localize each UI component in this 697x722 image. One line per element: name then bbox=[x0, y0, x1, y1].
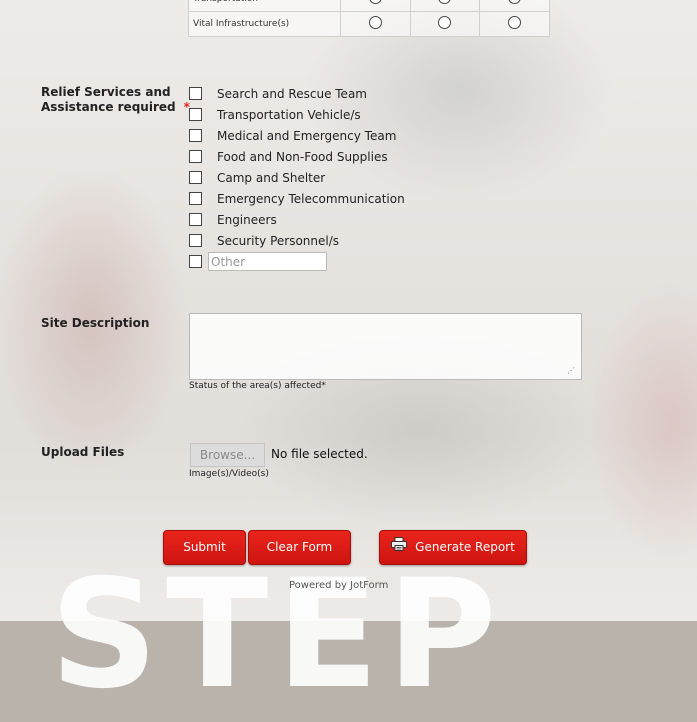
checkbox-option[interactable]: Camp and Shelter bbox=[189, 167, 405, 188]
matrix-radio[interactable] bbox=[438, 0, 452, 4]
matrix-row-label: Transportation bbox=[188, 0, 341, 12]
checkbox[interactable] bbox=[189, 192, 202, 205]
site-description-sublabel: Status of the area(s) affected* bbox=[189, 381, 326, 391]
resize-grip-icon[interactable]: ⋰ bbox=[567, 366, 575, 375]
matrix-radio[interactable] bbox=[368, 0, 382, 4]
checkbox[interactable] bbox=[189, 129, 202, 142]
site-description-textarea[interactable] bbox=[189, 313, 582, 380]
matrix-radio[interactable] bbox=[508, 0, 522, 4]
checkbox-label: Engineers bbox=[217, 212, 277, 227]
printer-icon bbox=[391, 531, 408, 564]
checkbox[interactable] bbox=[189, 108, 202, 121]
checkbox[interactable] bbox=[189, 171, 202, 184]
checkbox[interactable] bbox=[189, 87, 202, 100]
checkbox-option[interactable]: Transportation Vehicle/s bbox=[189, 104, 405, 125]
upload-sublabel: Image(s)/Video(s) bbox=[189, 469, 269, 479]
file-status: No file selected. bbox=[271, 447, 368, 461]
checkbox-other[interactable] bbox=[189, 255, 202, 268]
checkbox-label: Transportation Vehicle/s bbox=[217, 107, 361, 122]
checkbox[interactable] bbox=[189, 150, 202, 163]
checkbox-option[interactable]: Emergency Telecommunication bbox=[189, 188, 405, 209]
upload-files-label: Upload Files bbox=[41, 445, 125, 459]
matrix-row-label: Vital Infrastructure(s) bbox=[188, 11, 341, 37]
checkbox[interactable] bbox=[189, 213, 202, 226]
checkbox-option[interactable]: Search and Rescue Team bbox=[189, 83, 405, 104]
matrix-row: Transportation bbox=[188, 0, 550, 12]
browse-button[interactable]: Browse... bbox=[190, 443, 265, 467]
generate-report-label: Generate Report bbox=[415, 540, 515, 554]
powered-by-link[interactable]: Powered by JotForm bbox=[289, 580, 388, 591]
matrix-row: Vital Infrastructure(s) bbox=[188, 11, 550, 37]
relief-services-label: Relief Services and Assistance required * bbox=[41, 85, 190, 115]
clear-form-button[interactable]: Clear Form bbox=[248, 530, 351, 565]
relief-label-line2: Assistance required bbox=[41, 100, 176, 114]
checkbox-label: Search and Rescue Team bbox=[217, 86, 367, 101]
site-description-label: Site Description bbox=[41, 316, 150, 330]
checkbox-option[interactable]: Security Personnel/s bbox=[189, 230, 405, 251]
checkbox-label: Medical and Emergency Team bbox=[217, 128, 397, 143]
checkbox-label: Food and Non-Food Supplies bbox=[217, 149, 388, 164]
matrix-table: Transportation Vital Infrastructure(s) bbox=[188, 0, 550, 37]
matrix-radio[interactable] bbox=[438, 16, 452, 29]
checkbox-label: Security Personnel/s bbox=[217, 233, 340, 248]
form: Transportation Vital Infrastructure(s) R… bbox=[0, 0, 697, 621]
matrix-radio[interactable] bbox=[508, 16, 522, 29]
checkbox-label: Camp and Shelter bbox=[217, 170, 326, 185]
checkbox-label: Emergency Telecommunication bbox=[217, 191, 405, 206]
checkbox[interactable] bbox=[189, 234, 202, 247]
relief-label-line1: Relief Services and bbox=[41, 85, 171, 99]
generate-report-button[interactable]: Generate Report bbox=[379, 530, 527, 565]
matrix-radio[interactable] bbox=[368, 16, 382, 29]
checkbox-option[interactable]: Engineers bbox=[189, 209, 405, 230]
submit-button[interactable]: Submit bbox=[163, 530, 246, 565]
checkbox-option-other[interactable] bbox=[189, 251, 405, 272]
checkbox-option[interactable]: Medical and Emergency Team bbox=[189, 125, 405, 146]
relief-checkbox-list: Search and Rescue Team Transportation Ve… bbox=[189, 83, 405, 272]
other-input[interactable] bbox=[208, 252, 327, 271]
checkbox-option[interactable]: Food and Non-Food Supplies bbox=[189, 146, 405, 167]
